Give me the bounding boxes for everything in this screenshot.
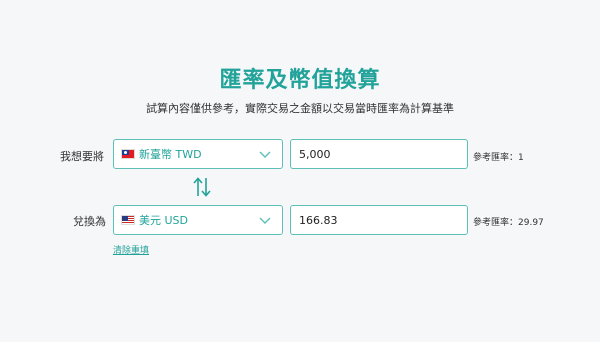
to-reference-rate: 參考匯率：29.97	[473, 218, 544, 228]
to-currency-select[interactable]: 美元 USD	[113, 205, 283, 235]
clear-reset-link[interactable]: 清除重填	[113, 243, 149, 256]
currency-converter: 匯率及幣值換算 試算內容僅供參考，實際交易之金額以交易當時匯率為計算基準 我想要…	[0, 0, 600, 342]
chevron-down-icon	[259, 151, 271, 158]
from-amount-input[interactable]: 5,000	[290, 139, 468, 169]
to-label: 兌換為	[73, 215, 106, 228]
taiwan-flag-icon	[121, 149, 135, 159]
chevron-down-icon	[259, 217, 271, 224]
page-subtitle: 試算內容僅供參考，實際交易之金額以交易當時匯率為計算基準	[146, 102, 454, 115]
swap-arrows-icon[interactable]	[192, 176, 212, 198]
to-currency-value: 美元 USD	[139, 214, 189, 227]
from-label: 我想要將	[60, 150, 104, 163]
from-reference-rate: 參考匯率：1	[473, 153, 524, 163]
page-title: 匯率及幣值換算	[219, 68, 381, 93]
to-amount-output[interactable]: 166.83	[290, 205, 468, 235]
us-flag-icon	[121, 215, 135, 225]
from-currency-value: 新臺幣 TWD	[139, 148, 202, 161]
from-currency-select[interactable]: 新臺幣 TWD	[113, 139, 283, 169]
